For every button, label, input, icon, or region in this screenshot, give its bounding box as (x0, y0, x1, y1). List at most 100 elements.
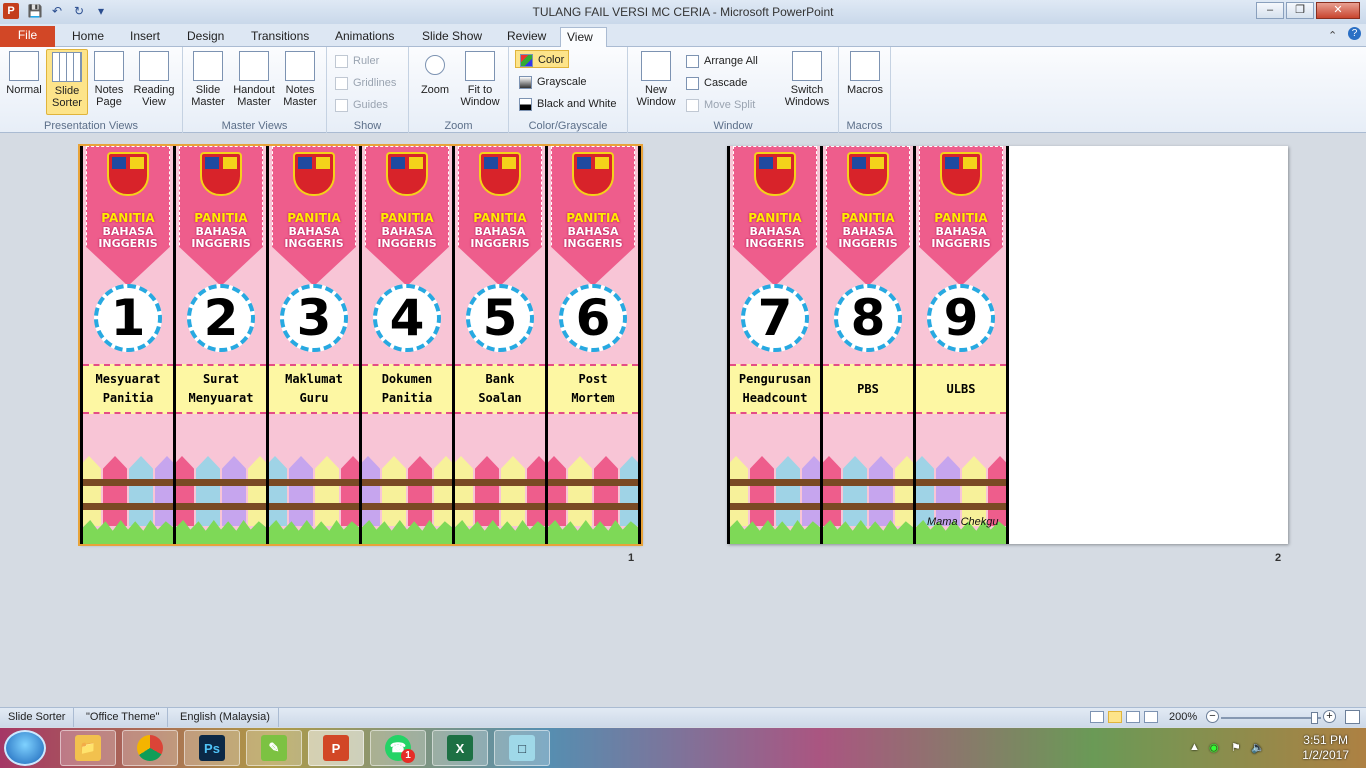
fence-rail (730, 479, 820, 486)
show-hidden-icons-icon[interactable]: ▲ (1189, 741, 1200, 753)
spine-header-subtitle: BAHASA INGGERIS (916, 226, 1006, 250)
zoom-slider[interactable] (1221, 717, 1321, 719)
spine-label-line: Panitia (381, 391, 433, 405)
arrange-all-button[interactable]: Arrange All (686, 52, 758, 70)
taskbar-excel[interactable]: X (432, 730, 488, 766)
zoom-label: Zoom (444, 120, 473, 132)
notes-page-button[interactable]: Notes Page (90, 51, 128, 108)
spine-label-line: Maklumat (285, 372, 343, 386)
gridlines-checkbox[interactable]: Gridlines (335, 74, 396, 92)
fit-slide-icon[interactable] (1345, 710, 1360, 724)
cascade-button[interactable]: Cascade (686, 74, 747, 92)
taskbar-photoshop[interactable]: Ps (184, 730, 240, 766)
move-split-icon (686, 98, 699, 112)
fence-rail (176, 503, 266, 510)
switch-windows-button[interactable]: Switch Windows (780, 51, 834, 108)
color-button[interactable]: Color (515, 50, 570, 68)
spine-header-title: PANITIA (101, 211, 155, 225)
clock[interactable]: 3:51 PM 1/2/2017 (1302, 733, 1349, 763)
slide-sorter-status-icon[interactable] (1108, 711, 1122, 723)
spine-label-line: Mesyuarat (95, 372, 161, 386)
black-and-white-button[interactable]: Black and White (519, 95, 616, 113)
minimize-ribbon-icon[interactable]: ⌃ (1328, 29, 1337, 42)
spine-header-subtitle: BAHASA INGGERIS (730, 226, 820, 250)
notes-master-button[interactable]: Notes Master (279, 51, 321, 108)
tab-transitions[interactable]: Transitions (245, 27, 315, 47)
tab-file[interactable]: File (0, 26, 55, 47)
guides-checkbox[interactable]: Guides (335, 96, 388, 114)
ruler-checkbox[interactable]: Ruler (335, 52, 379, 70)
spine-header-subtitle: BAHASA INGGERIS (455, 226, 545, 250)
slide-thumbnail-2[interactable]: PANITIA BAHASA INGGERIS 7 Pengurusan Headcoun… (727, 146, 1288, 544)
start-button[interactable] (4, 730, 46, 766)
group-window: New Window Arrange All Cascade Move Spli… (628, 47, 839, 133)
help-icon[interactable]: ? (1348, 27, 1361, 40)
zoom-level[interactable]: 200% (1169, 708, 1197, 727)
network-status-icon[interactable]: ◉ (1209, 741, 1219, 754)
tab-view[interactable]: View (560, 27, 607, 48)
zoom-slider-thumb[interactable] (1311, 712, 1318, 724)
zoom-button[interactable]: Zoom (417, 51, 453, 96)
tab-animations[interactable]: Animations (329, 27, 400, 47)
taskbar-explorer[interactable]: 📁 (60, 730, 116, 766)
file-spine: PANITIA BAHASA INGGERIS 2 Surat Menyuarat (173, 146, 269, 544)
spine-number: 3 (280, 284, 348, 352)
close-button[interactable]: ✕ (1316, 2, 1360, 19)
action-center-icon[interactable]: ⚑ (1231, 741, 1241, 754)
maximize-button[interactable]: ❐ (1286, 2, 1314, 19)
normal-view-button[interactable]: Normal (4, 51, 44, 96)
minimize-button[interactable]: – (1256, 2, 1284, 19)
taskbar-notes[interactable]: □ (494, 730, 550, 766)
reading-view-button[interactable]: Reading View (130, 51, 178, 108)
taskbar-powerpoint[interactable]: P (308, 730, 364, 766)
normal-view-status-icon[interactable] (1090, 711, 1104, 723)
school-crest-icon (754, 152, 796, 196)
slide-show-status-icon[interactable] (1144, 711, 1158, 723)
tab-home[interactable]: Home (66, 27, 110, 47)
slide-sorter-button[interactable]: Slide Sorter (46, 49, 88, 115)
spine-header-line: INGGERIS (563, 237, 623, 250)
fence-picket (869, 456, 893, 526)
spine-label-line: Bank (485, 372, 515, 386)
zoom-out-icon[interactable]: − (1206, 710, 1219, 723)
macros-button[interactable]: Macros (845, 51, 885, 96)
fit-to-window-button[interactable]: Fit to Window (457, 51, 503, 108)
school-crest-icon (847, 152, 889, 196)
tab-insert[interactable]: Insert (124, 27, 166, 47)
slide-thumbnail-1[interactable]: PANITIA BAHASA INGGERIS 1 Mesyuarat Panitia PA… (78, 144, 643, 546)
fence-rail (269, 503, 359, 510)
fence-picket (568, 456, 592, 526)
school-crest-icon (386, 152, 428, 196)
fence-rail (269, 479, 359, 486)
fence-picket (176, 456, 194, 526)
spine-label-line: Headcount (742, 391, 808, 405)
fence-picket (548, 456, 566, 526)
zoom-in-icon[interactable]: + (1323, 710, 1336, 723)
taskbar-pen-tool[interactable]: ✎ (246, 730, 302, 766)
ribbon-tabs: File Home Insert Design Transitions Anim… (0, 24, 1366, 48)
new-window-button[interactable]: New Window (634, 51, 678, 108)
status-language[interactable]: English (Malaysia) (172, 708, 279, 727)
tab-design[interactable]: Design (181, 27, 230, 47)
fence-picket (408, 456, 432, 526)
file-spine: PANITIA BAHASA INGGERIS 3 Maklumat Guru (266, 146, 362, 544)
tab-review[interactable]: Review (501, 27, 552, 47)
file-spine: PANITIA BAHASA INGGERIS 1 Mesyuarat Panitia (80, 146, 176, 544)
slide-master-button[interactable]: Slide Master (187, 51, 229, 108)
taskbar-chrome[interactable] (122, 730, 178, 766)
taskbar-whatsapp[interactable]: ☎ 1 (370, 730, 426, 766)
handout-master-button[interactable]: Handout Master (231, 51, 277, 108)
grayscale-button[interactable]: Grayscale (519, 73, 587, 91)
move-split-button[interactable]: Move Split (686, 96, 755, 114)
volume-icon[interactable]: 🔈 (1251, 741, 1265, 754)
tab-slide-show[interactable]: Slide Show (416, 27, 488, 47)
reading-view-status-icon[interactable] (1126, 711, 1140, 723)
fence-rail (455, 503, 545, 510)
spine-label-line: ULBS (946, 381, 976, 396)
magnifier-icon (425, 55, 445, 75)
color-grayscale-label: Color/Grayscale (528, 120, 608, 132)
fence-picket (730, 456, 748, 526)
spine-header-subtitle: BAHASA INGGERIS (269, 226, 359, 250)
file-spine: PANITIA BAHASA INGGERIS 8 PBS (820, 146, 916, 544)
slide-sorter-icon (52, 52, 82, 82)
